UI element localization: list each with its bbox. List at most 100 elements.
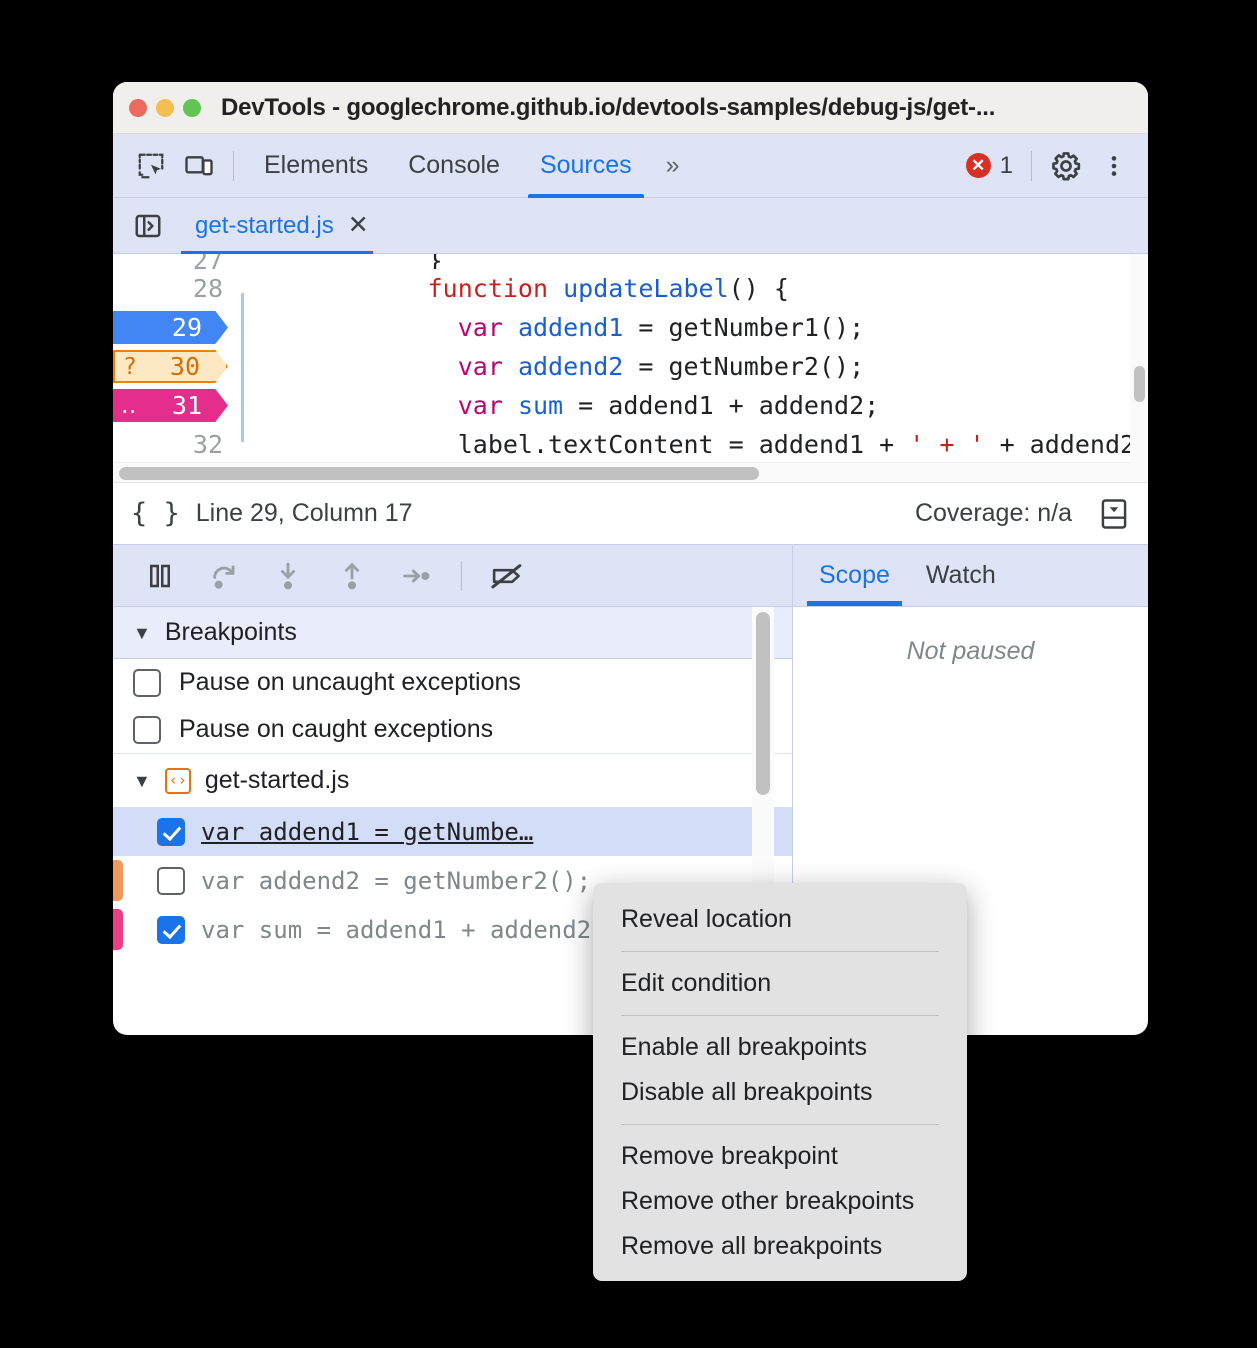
pretty-print-icon[interactable]: { } — [131, 498, 180, 529]
debugger-toolbar-divider — [461, 560, 462, 591]
breakpoints-vertical-scrollbar-thumb[interactable] — [756, 612, 770, 795]
breakpoints-section-header[interactable]: ▼ Breakpoints — [113, 607, 792, 659]
pause-on-caught-exceptions-label: Pause on caught exceptions — [179, 715, 494, 743]
context-menu-item-reveal-location[interactable]: Reveal location — [593, 897, 967, 942]
breakpoint-list-item-1[interactable]: var addend1 = getNumbe… — [113, 807, 792, 856]
devtools-tabbar: Elements Console Sources » ✕ 1 — [113, 134, 1148, 198]
breakpoints-section-title: Breakpoints — [164, 618, 297, 646]
step-button[interactable] — [385, 548, 447, 604]
line-number: 30 — [169, 352, 200, 381]
editor-vertical-scrollbar[interactable] — [1130, 254, 1148, 482]
code-text: label.textContent = addend1 + ' + ' + ad… — [241, 401, 1130, 462]
conditional-breakpoint-glyph: ? — [123, 353, 137, 380]
tabbar-divider-2 — [1031, 150, 1032, 181]
breakpoint-enabled-checkbox[interactable] — [157, 915, 185, 944]
pause-on-caught-exceptions-checkbox[interactable] — [133, 715, 161, 744]
tab-watch[interactable]: Watch — [908, 544, 1014, 606]
code-editor[interactable]: 27 } 28 function updateLabel() {29 var … — [113, 254, 1148, 482]
line-number: 32 — [192, 430, 223, 459]
close-icon[interactable]: ✕ — [348, 213, 369, 238]
kebab-menu-icon[interactable] — [1090, 142, 1138, 190]
step-out-button[interactable] — [321, 548, 383, 604]
error-count: 1 — [999, 151, 1013, 179]
show-drawer-icon[interactable] — [1094, 494, 1134, 534]
tab-console[interactable]: Console — [388, 134, 520, 198]
code-token: + addend2 + — [999, 430, 1130, 459]
line-number: 28 — [192, 274, 223, 303]
breakpoint-edge-marker — [113, 811, 123, 852]
minimize-button[interactable] — [156, 98, 174, 117]
gutter[interactable]: 29 — [113, 308, 241, 347]
code-row[interactable]: 32 label.textContent = addend1 + ' + ' +… — [113, 425, 1130, 462]
chevron-down-icon[interactable]: ▼ — [133, 772, 151, 790]
breakpoint-enabled-checkbox[interactable] — [157, 817, 185, 846]
context-menu-item-label: Remove breakpoint — [621, 1142, 838, 1170]
gutter[interactable]: 27 — [113, 254, 241, 269]
close-button[interactable] — [129, 98, 147, 117]
logpoint-edge-marker — [113, 909, 123, 950]
cursor-position: Line 29, Column 17 — [195, 499, 413, 527]
context-menu-item-label: Reveal location — [621, 905, 792, 933]
conditional-breakpoint-edge-marker — [113, 860, 123, 901]
context-menu-item-remove-all-breakpoints[interactable]: Remove all breakpoints — [593, 1224, 967, 1269]
source-file-tabstrip: get-started.js ✕ — [113, 198, 1148, 256]
context-menu-item-label: Edit condition — [621, 969, 772, 997]
editor-vertical-scrollbar-thumb[interactable] — [1134, 366, 1145, 402]
context-menu-item-enable-all-breakpoints[interactable]: Enable all breakpoints — [593, 1025, 967, 1070]
conditional-breakpoint-marker-line-30[interactable]: ? 30 — [113, 350, 228, 383]
pause-on-uncaught-exceptions-checkbox[interactable] — [133, 668, 161, 697]
gutter[interactable]: ‥ 31 — [113, 386, 241, 425]
editor-statusbar: { } Line 29, Column 17 Coverage: n/a — [113, 482, 1148, 544]
maximize-button[interactable] — [183, 98, 201, 117]
pause-on-caught-exceptions-row[interactable]: Pause on caught exceptions — [113, 706, 792, 753]
step-over-button[interactable] — [193, 548, 255, 604]
logpoint-marker-line-31[interactable]: ‥ 31 — [113, 389, 228, 422]
coverage-status: Coverage: n/a — [914, 499, 1072, 527]
device-toolbar-icon[interactable] — [175, 142, 223, 190]
error-close-icon: ✕ — [965, 153, 991, 178]
inspect-element-icon[interactable] — [127, 142, 175, 190]
gear-icon[interactable] — [1042, 142, 1090, 190]
editor-horizontal-scrollbar-thumb[interactable] — [119, 467, 759, 480]
file-tab-label: get-started.js — [195, 211, 334, 239]
window-title: DevTools - googlechrome.github.io/devtoo… — [221, 93, 996, 121]
gutter[interactable]: ? 30 — [113, 347, 241, 386]
step-into-button[interactable] — [257, 548, 319, 604]
context-menu-item-label: Disable all breakpoints — [621, 1078, 873, 1106]
context-menu-item-disable-all-breakpoints[interactable]: Disable all breakpoints — [593, 1070, 967, 1115]
more-tabs-chevron-icon[interactable]: » — [652, 151, 694, 180]
debugger-toolbar — [113, 545, 792, 607]
file-tab-get-started-js[interactable]: get-started.js ✕ — [181, 198, 385, 256]
breakpoint-file-group-get-started-js[interactable]: ▼ ‹› get-started.js — [113, 753, 792, 807]
breakpoint-code-snippet: var sum = addend1 + addend2; — [201, 915, 606, 944]
code-scroll-viewport: 27 } 28 function updateLabel() {29 var … — [113, 254, 1130, 462]
breakpoint-marker-line-29[interactable]: 29 — [113, 311, 228, 344]
error-badge[interactable]: ✕ 1 — [958, 152, 1021, 180]
breakpoint-file-name: get-started.js — [204, 766, 350, 794]
gutter[interactable]: 28 — [113, 269, 241, 308]
line-number: 27 — [192, 254, 223, 269]
code-token: ' + ' — [909, 430, 985, 459]
show-navigator-icon[interactable] — [125, 203, 171, 249]
breakpoint-enabled-checkbox[interactable] — [157, 866, 185, 895]
gutter[interactable]: 32 — [113, 425, 241, 462]
context-menu-separator — [621, 1015, 939, 1016]
chevron-down-icon[interactable]: ▼ — [133, 624, 151, 642]
tab-scope[interactable]: Scope — [801, 544, 908, 606]
pause-on-uncaught-exceptions-row[interactable]: Pause on uncaught exceptions — [113, 659, 792, 706]
line-number: 29 — [171, 313, 202, 342]
context-menu-item-label: Remove other breakpoints — [621, 1187, 915, 1215]
context-menu-item-remove-breakpoint[interactable]: Remove breakpoint — [593, 1134, 967, 1179]
tab-sources[interactable]: Sources — [520, 134, 652, 198]
context-menu-item-label: Remove all breakpoints — [621, 1232, 883, 1260]
screenshot-root: DevTools - googlechrome.github.io/devtoo… — [0, 0, 1257, 1348]
context-menu-item-remove-other-breakpoints[interactable]: Remove other breakpoints — [593, 1179, 967, 1224]
editor-horizontal-scrollbar[interactable] — [113, 462, 1130, 482]
pause-resume-button[interactable] — [129, 548, 191, 604]
tab-scope-label: Scope — [819, 560, 890, 589]
deactivate-breakpoints-button[interactable] — [476, 548, 538, 604]
context-menu-item-edit-condition[interactable]: Edit condition — [593, 961, 967, 1006]
tab-elements[interactable]: Elements — [244, 134, 388, 198]
tab-elements-label: Elements — [264, 151, 369, 179]
breakpoint-code-snippet: var addend2 = getNumber2(); — [201, 866, 592, 895]
